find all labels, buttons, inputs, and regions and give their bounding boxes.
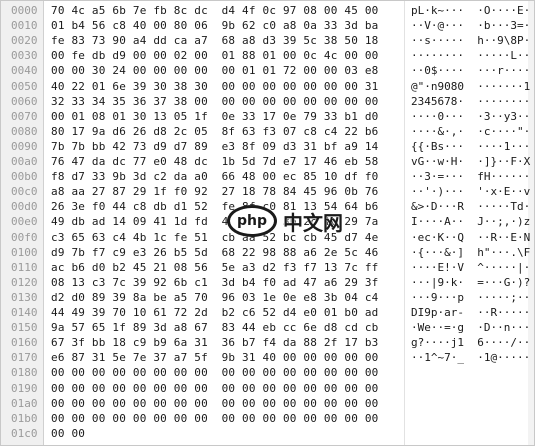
row-hex-bytes[interactable]: 7b 7b bb 42 73 d9 d7 89 e3 8f 09 d3 31 b…	[51, 139, 397, 155]
row-offset: 00f0	[11, 230, 38, 244]
row-ascii[interactable]: ··'·)··· '·x·E··v	[411, 184, 530, 200]
row-hex-bytes[interactable]: 01 b4 56 c8 40 00 80 06 9b 62 c0 a8 0a 3…	[51, 18, 397, 34]
row-hex-bytes[interactable]: 00 00	[51, 426, 397, 442]
row-hex-bytes[interactable]: e6 87 31 5e 7e 37 a7 5f 9b 31 40 00 00 0…	[51, 350, 397, 366]
row-ascii[interactable]: ··3·=··· fH······	[411, 169, 530, 185]
row-offset: 0150	[11, 321, 38, 335]
row-offset: 01b0	[11, 411, 38, 425]
watermark-text: 中文网	[283, 210, 344, 235]
row-hex-bytes[interactable]: 76 47 da dc 77 e0 48 dc 1b 5d 7d e7 17 4…	[51, 154, 397, 170]
row-hex-bytes[interactable]: f8 d7 33 9b 3d c2 da a0 66 48 00 ec 85 1…	[51, 169, 397, 185]
row-offset: 0110	[11, 260, 38, 274]
row-offset: 0090	[11, 139, 38, 153]
row-hex-bytes[interactable]: d2 d0 89 39 8a be a5 70 96 03 1e 0e e8 3…	[51, 290, 397, 306]
row-hex-bytes[interactable]: a8 aa 27 87 29 1f f0 92 27 18 78 84 45 9…	[51, 184, 397, 200]
row-hex-bytes[interactable]: 67 3f bb 18 c9 b9 6a 31 36 b7 f4 da 88 2…	[51, 335, 397, 351]
row-hex-bytes[interactable]: 00 fe db d9 00 00 02 00 01 88 01 00 0c 4…	[51, 48, 397, 64]
row-hex-bytes[interactable]: 44 49 39 70 10 61 72 2d b2 c6 52 d4 e0 0…	[51, 305, 397, 321]
row-ascii[interactable]: ··0$···· ···r····	[411, 63, 530, 79]
row-ascii[interactable]: ·ec·K··Q ··R··E·N	[411, 230, 530, 246]
row-hex-bytes[interactable]: 00 00 00 00 00 00 00 00 00 00 00 00 00 0…	[51, 411, 397, 427]
row-offset: 0120	[11, 275, 38, 289]
hex-dump-viewer: 0000 70 4c a5 6b 7e fb 8c dc d4 4f 0c 97 …	[0, 0, 535, 446]
row-hex-bytes[interactable]: c3 65 63 c4 4b 1c fe 51 cb aa 52 bc cb 4…	[51, 230, 397, 246]
row-offset: 0060	[11, 94, 38, 108]
row-hex-bytes[interactable]: 49 db ad 14 09 41 1d fd 4a 0f a4 3b 2c 1…	[51, 214, 397, 230]
row-offset: 00b0	[11, 170, 38, 184]
row-hex-bytes[interactable]: 00 00 00 00 00 00 00 00 00 00 00 00 00 0…	[51, 396, 397, 412]
row-offset: 0050	[11, 79, 38, 93]
row-offset: 0030	[11, 49, 38, 63]
row-hex-bytes[interactable]: 00 00 30 24 00 00 00 00 00 01 01 72 00 0…	[51, 63, 397, 79]
row-offset: 00c0	[11, 185, 38, 199]
row-ascii[interactable]: I····A·· J··;,·)z	[411, 214, 530, 230]
row-ascii[interactable]: ··s····· h··9\8P·	[411, 33, 530, 49]
row-ascii[interactable]: @"·n9080 ·······1	[411, 79, 530, 95]
row-ascii[interactable]: ··1^~7·_ ·1@·····	[411, 350, 530, 366]
row-hex-bytes[interactable]: 00 00 00 00 00 00 00 00 00 00 00 00 00 0…	[51, 381, 397, 397]
row-offset: 0010	[11, 19, 38, 33]
row-ascii[interactable]: ·{···&·] h"···.\F	[411, 245, 530, 261]
row-ascii[interactable]: vG··w·H· ·]}··F·X	[411, 154, 530, 170]
row-ascii[interactable]: ···|9·k· =···G·)?	[411, 275, 530, 291]
row-ascii[interactable]: pL·k~··· ·O····E·	[411, 3, 530, 19]
row-hex-bytes[interactable]: 26 3e f0 44 c8 db d1 52 fe 8f c0 81 13 5…	[51, 199, 397, 215]
row-hex-bytes[interactable]: 00 00 00 00 00 00 00 00 00 00 00 00 00 0…	[51, 365, 397, 381]
row-hex-bytes[interactable]: 40 22 01 6e 39 30 38 30 00 00 00 00 00 0…	[51, 79, 397, 95]
row-offset: 0100	[11, 245, 38, 259]
row-ascii[interactable]: ···9···p ·····;··	[411, 290, 530, 306]
row-offset: 0130	[11, 290, 38, 304]
row-offset: 0190	[11, 381, 38, 395]
row-ascii[interactable]: {{·Bs··· ····1···	[411, 139, 530, 155]
watermark-oval: php	[227, 205, 277, 237]
row-hex-bytes[interactable]: 00 01 08 01 30 13 05 1f 0e 33 17 0e 79 3…	[51, 109, 397, 125]
row-offset: 0160	[11, 336, 38, 350]
row-hex-bytes[interactable]: ac b6 d0 b2 45 21 08 56 5e a3 d2 f3 f7 1…	[51, 260, 397, 276]
row-offset: 00a0	[11, 155, 38, 168]
row-offset: 0180	[11, 366, 38, 380]
row-ascii[interactable]: ··V·@··· ·b···3=·	[411, 18, 530, 34]
row-offset: 00e0	[11, 215, 38, 229]
row-offset: 0170	[11, 351, 38, 365]
row-hex-bytes[interactable]: d9 7b f7 c9 e3 26 b5 5d 68 22 98 88 a6 2…	[51, 245, 397, 261]
row-ascii[interactable]: ····0··· ·3··y3··	[411, 109, 530, 125]
row-hex-bytes[interactable]: 32 33 34 35 36 37 38 00 00 00 00 00 00 0…	[51, 94, 397, 110]
row-ascii[interactable]: ········ ·····L··	[411, 48, 530, 64]
row-offset: 0070	[11, 109, 38, 123]
row-offset: 0000	[11, 4, 38, 17]
row-offset: 01c0	[11, 426, 38, 440]
row-ascii[interactable]: &>·D···R ·····Td·	[411, 199, 530, 215]
ascii-separator	[404, 1, 405, 445]
row-ascii[interactable]: g?····j1 6····/··	[411, 335, 530, 351]
row-offset: 01a0	[11, 396, 38, 410]
row-offset: 0040	[11, 64, 38, 78]
row-offset: 0080	[11, 124, 38, 138]
row-ascii[interactable]: DI9p·ar- ··R·····	[411, 305, 530, 321]
row-ascii[interactable]: ····&·,· ·c····"·	[411, 124, 530, 140]
row-hex-bytes[interactable]: 70 4c a5 6b 7e fb 8c dc d4 4f 0c 97 08 0…	[51, 3, 397, 19]
row-ascii[interactable]: ·We··=·g ·D··n···	[411, 320, 530, 336]
row-ascii[interactable]: ····E!·V ^·····|·	[411, 260, 530, 276]
row-offset: 0020	[11, 34, 38, 48]
row-hex-bytes[interactable]: 9a 57 65 1f 89 3d a8 67 83 44 eb cc 6e d…	[51, 320, 397, 336]
row-hex-bytes[interactable]: 08 13 c3 7c 39 92 6b c1 3d b4 f0 ad 47 a…	[51, 275, 397, 291]
watermark-logo: php 中文网	[227, 201, 344, 241]
row-hex-bytes[interactable]: fe 83 73 90 a4 dd ca a7 68 a8 d3 39 5c 3…	[51, 33, 397, 49]
row-offset: 00d0	[11, 200, 38, 214]
row-offset: 0140	[11, 306, 38, 319]
row-ascii[interactable]: 2345678· ········	[411, 94, 530, 110]
row-hex-bytes[interactable]: 80 17 9a d6 26 d8 2c 05 8f 63 f3 07 c8 c…	[51, 124, 397, 140]
